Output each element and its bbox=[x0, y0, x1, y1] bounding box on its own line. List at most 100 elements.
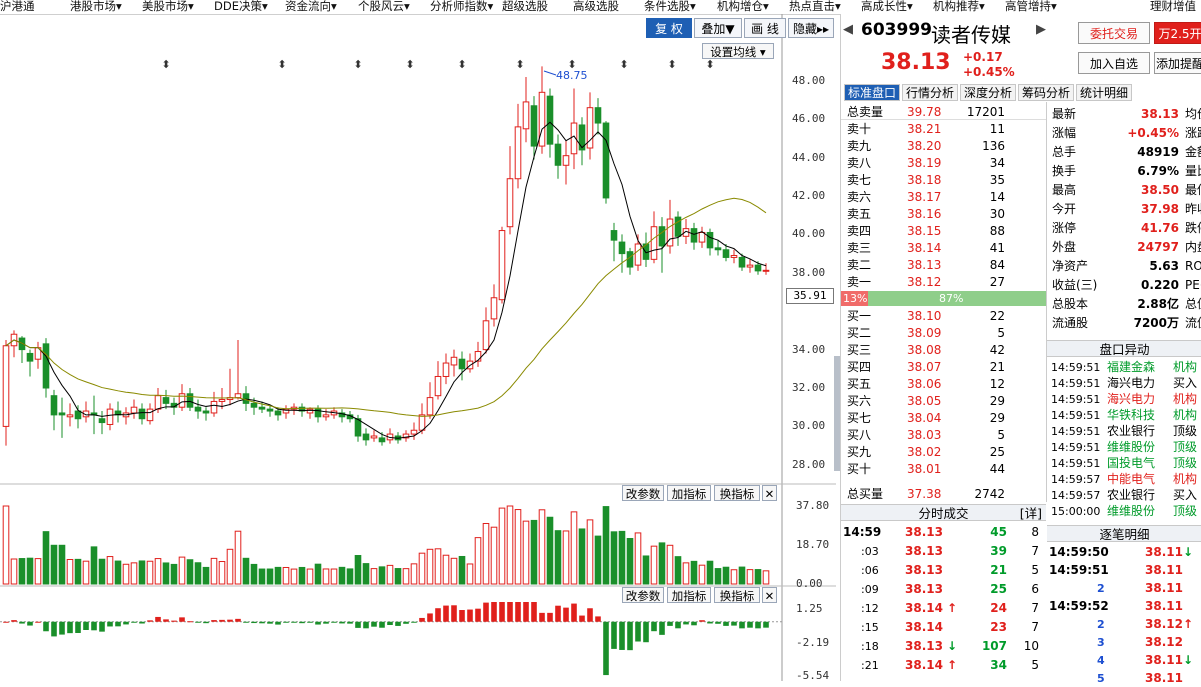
anomaly-stock[interactable]: 华铁科技 bbox=[1107, 407, 1155, 424]
candle[interactable] bbox=[306, 408, 314, 414]
vol-switch-indicator-button[interactable]: 换指标 bbox=[714, 485, 760, 501]
vol-param-button[interactable]: 改参数 bbox=[622, 485, 664, 501]
commission-button[interactable]: 万2.5开 bbox=[1154, 22, 1201, 44]
menu-item-12[interactable]: 高成长性▾ bbox=[861, 0, 913, 14]
candle[interactable] bbox=[714, 247, 722, 251]
menu-item-4[interactable]: 资金流向▾ bbox=[285, 0, 337, 14]
kline-chart-svg[interactable]: ⬍ ⬍ ⬍ ⬍ ⬍ ⬍ ⬍ ⬍ ⬍ ⬍ bbox=[0, 14, 836, 681]
menu-item-14[interactable]: 高管增持▾ bbox=[1005, 0, 1057, 14]
candle[interactable] bbox=[514, 126, 522, 180]
event-marker-icon[interactable]: ⬍ bbox=[515, 58, 524, 71]
candle[interactable] bbox=[490, 297, 498, 320]
menu-item-15[interactable]: 理财增值 bbox=[1150, 0, 1196, 14]
menu-item-5[interactable]: 个股风云▾ bbox=[358, 0, 410, 14]
candle[interactable] bbox=[482, 320, 490, 351]
candle[interactable] bbox=[450, 356, 458, 366]
anomaly-stock[interactable]: 福建金森 bbox=[1107, 359, 1155, 376]
event-marker-icon[interactable]: ⬍ bbox=[277, 58, 286, 71]
candle[interactable] bbox=[562, 155, 570, 166]
menu-item-0[interactable]: 沪港通 bbox=[0, 0, 35, 14]
tab-deep-analysis[interactable]: 深度分析 bbox=[960, 84, 1016, 101]
draw-line-button[interactable]: 画 线 bbox=[744, 18, 786, 38]
candle[interactable] bbox=[322, 414, 330, 418]
candle[interactable] bbox=[746, 264, 754, 268]
ma-settings-button[interactable]: 设置均线 ▾ bbox=[702, 43, 774, 59]
candle[interactable] bbox=[50, 395, 58, 416]
fenshi-detail-link[interactable]: [详] bbox=[1020, 505, 1042, 522]
anomaly-stock[interactable]: 农业银行 bbox=[1107, 423, 1155, 440]
candle[interactable] bbox=[138, 408, 146, 420]
menu-item-10[interactable]: 机构增仓▾ bbox=[717, 0, 769, 14]
candle[interactable] bbox=[106, 408, 114, 425]
anomaly-stock[interactable]: 国投电气 bbox=[1107, 455, 1155, 472]
candle[interactable] bbox=[722, 249, 730, 258]
candle[interactable] bbox=[274, 410, 282, 416]
macd-add-indicator-button[interactable]: 加指标 bbox=[667, 587, 711, 603]
vol-add-indicator-button[interactable]: 加指标 bbox=[667, 485, 711, 501]
candle[interactable] bbox=[154, 395, 162, 410]
menu-item-7[interactable]: 超级选股 bbox=[502, 0, 548, 14]
tab-statistics-detail[interactable]: 统计明细 bbox=[1076, 84, 1132, 101]
tab-market-analysis[interactable]: 行情分析 bbox=[902, 84, 958, 101]
anomaly-stock[interactable]: 中能电气 bbox=[1107, 471, 1155, 488]
candle[interactable] bbox=[658, 226, 666, 247]
candle[interactable] bbox=[730, 255, 738, 258]
kline-chart-panel[interactable]: ⬍ ⬍ ⬍ ⬍ ⬍ ⬍ ⬍ ⬍ ⬍ ⬍ 复 权 叠加▼ 画 线 隐藏▸▸ 设置均线 ▾ 改参数 加… bbox=[0, 14, 840, 682]
anomaly-stock[interactable]: 海兴电力 bbox=[1107, 391, 1155, 408]
candle[interactable] bbox=[554, 143, 562, 166]
macd-param-button[interactable]: 改参数 bbox=[622, 587, 664, 603]
add-reminder-button[interactable]: 添加提醒 bbox=[1154, 52, 1201, 74]
candle[interactable] bbox=[194, 406, 202, 412]
candle[interactable] bbox=[690, 228, 698, 243]
candle[interactable] bbox=[202, 410, 210, 414]
candle[interactable] bbox=[706, 231, 714, 249]
candle[interactable] bbox=[258, 406, 266, 410]
candle[interactable] bbox=[674, 216, 682, 237]
menu-item-6[interactable]: 分析师指数▾ bbox=[430, 0, 493, 14]
candle[interactable] bbox=[738, 256, 746, 268]
candle[interactable] bbox=[66, 414, 74, 418]
entrust-trade-button[interactable]: 委托交易 bbox=[1078, 22, 1150, 44]
macd-close-button[interactable]: ✕ bbox=[762, 587, 777, 603]
candle[interactable] bbox=[42, 343, 50, 389]
event-marker-icon[interactable]: ⬍ bbox=[619, 58, 628, 71]
menu-item-3[interactable]: DDE决策▾ bbox=[214, 0, 268, 14]
candle[interactable] bbox=[530, 105, 538, 147]
fuquan-button[interactable]: 复 权 bbox=[646, 18, 692, 38]
anomaly-stock[interactable]: 维维股份 bbox=[1107, 439, 1155, 456]
candle[interactable] bbox=[546, 95, 554, 145]
candle[interactable] bbox=[522, 101, 530, 130]
candle[interactable] bbox=[698, 231, 706, 243]
candle[interactable] bbox=[378, 437, 386, 443]
hide-panel-button[interactable]: 隐藏▸▸ bbox=[788, 18, 834, 38]
menu-item-1[interactable]: 港股市场▾ bbox=[70, 0, 122, 14]
candle[interactable] bbox=[162, 397, 170, 404]
candle[interactable] bbox=[498, 230, 506, 301]
menu-item-13[interactable]: 机构推荐▾ bbox=[933, 0, 985, 14]
candle[interactable] bbox=[218, 399, 226, 402]
candle[interactable] bbox=[610, 230, 618, 241]
candle[interactable] bbox=[146, 408, 154, 422]
next-stock-icon[interactable]: ▶ bbox=[1036, 22, 1046, 37]
candle[interactable] bbox=[538, 91, 546, 147]
candle[interactable] bbox=[434, 375, 442, 397]
candle[interactable] bbox=[26, 352, 34, 362]
candle[interactable] bbox=[242, 393, 250, 404]
menu-item-9[interactable]: 条件选股▾ bbox=[644, 0, 696, 14]
candle[interactable] bbox=[634, 243, 642, 266]
event-marker-icon[interactable]: ⬍ bbox=[161, 58, 170, 71]
candle[interactable] bbox=[266, 408, 274, 412]
candle[interactable] bbox=[354, 418, 362, 437]
candle[interactable] bbox=[762, 269, 770, 272]
event-marker-icon[interactable]: ⬍ bbox=[667, 58, 676, 71]
candle[interactable] bbox=[506, 178, 514, 228]
candle[interactable] bbox=[130, 406, 138, 414]
candle[interactable] bbox=[594, 107, 602, 124]
event-marker-icon[interactable]: ⬍ bbox=[457, 58, 466, 71]
tab-standard-book[interactable]: 标准盘口 bbox=[844, 84, 900, 101]
candle[interactable] bbox=[370, 435, 378, 439]
candle[interactable] bbox=[234, 393, 242, 399]
candle[interactable] bbox=[418, 414, 426, 431]
candle[interactable] bbox=[362, 433, 370, 441]
candle[interactable] bbox=[250, 402, 258, 408]
